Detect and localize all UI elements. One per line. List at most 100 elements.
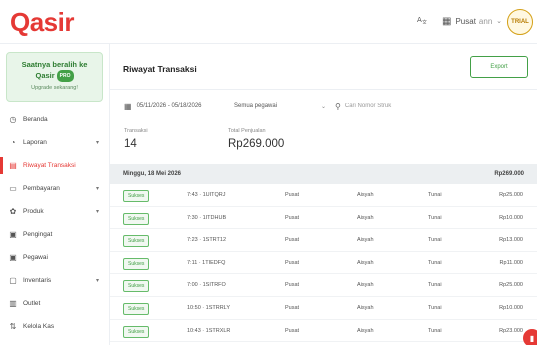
sidebar-item-label: Beranda	[23, 116, 48, 123]
sidebar-item-label: Kelola Kas	[23, 323, 55, 330]
total-sales: Total Penjualan Rp269.000	[228, 128, 284, 150]
payment-method: Tunai	[428, 237, 442, 244]
table-row[interactable]: Sukses 10:43 · 1STRXLR Pusat Aisyah Tunai Rp2…	[110, 320, 537, 343]
sidebar-item-label: Riwayat Transaksi	[23, 162, 76, 169]
transaction-id: 7:11 · 1TIEDFQ	[187, 259, 226, 266]
status-badge: Sukses	[123, 235, 150, 248]
transaction-count: Transaksi 14	[124, 128, 148, 150]
payment-method: Tunai	[428, 214, 442, 221]
transaction-employee: Aisyah	[357, 237, 374, 244]
transaction-outlet: Pusat	[285, 214, 300, 221]
sidebar-menu: ◷ Beranda ◔ Laporan ▾ ▤ Riwayat Transaksi ▭ Pemb…	[0, 108, 109, 345]
promo-title-line1: Saatnya beralih ke	[21, 60, 88, 69]
sidebar-item-inventaris[interactable]: ▢ Inventaris ▾	[0, 269, 109, 292]
top-bar: Qasir A文 ▦ Pusat ann ⌄ TRIAL	[0, 0, 537, 44]
chevron-down-icon: ▾	[95, 186, 99, 192]
app-logo[interactable]: Qasir	[10, 7, 75, 38]
cash-icon: ⇅	[9, 322, 17, 331]
sidebar-item-label: Pembayaran	[23, 185, 60, 192]
transaction-amount: Rp10.000	[499, 304, 523, 311]
transaction-amount: Rp23.000	[499, 327, 523, 334]
payment-method: Tunai	[428, 282, 442, 289]
date-range-picker[interactable]: ▦ 05/11/2026 - 05/18/2026	[124, 96, 202, 116]
calendar-icon: ▦	[124, 101, 132, 111]
sidebar-item-label: Produk	[23, 208, 44, 215]
employee-select-value: Semua pegawai	[234, 103, 278, 109]
table-row[interactable]: Sukses 7:00 · 1SITRFO Pusat Aisyah Tunai Rp25…	[110, 274, 537, 297]
search-box: ⚲	[335, 96, 465, 116]
product-icon: ✿	[9, 207, 17, 216]
sidebar-item-riwayat-transaksi[interactable]: ▤ Riwayat Transaksi	[0, 154, 109, 177]
transaction-count-value: 14	[124, 138, 137, 150]
payment-method: Tunai	[428, 192, 442, 198]
day-group-date: Minggu, 18 Mei 2026	[123, 171, 182, 177]
chat-support-button[interactable]: ▮	[523, 329, 537, 345]
chat-icon: ▮	[529, 333, 535, 343]
payment-method: Tunai	[428, 327, 442, 334]
transaction-list: Sukses 7:43 · 1UITQRJ Pusat Aisyah Tunai Rp25…	[110, 184, 537, 343]
table-row[interactable]: Sukses 7:11 · 1TIEDFQ Pusat Aisyah Tunai Rp11…	[110, 252, 537, 275]
chevron-down-icon: ▾	[95, 278, 99, 284]
transaction-amount: Rp11.000	[499, 259, 523, 266]
outlet-label: Pusat	[455, 16, 476, 26]
transaction-id: 7:00 · 1SITRFO	[187, 282, 226, 289]
transaction-id: 10:50 · 1STRRLY	[187, 304, 231, 311]
sidebar-item-label: Outlet	[23, 300, 41, 307]
sidebar-item-label: Inventaris	[23, 277, 52, 284]
table-row[interactable]: Sukses 7:30 · 1ITDHUB Pusat Aisyah Tunai Rp10…	[110, 207, 537, 230]
transaction-amount: Rp25.000	[499, 282, 523, 289]
report-icon: ◔	[10, 138, 16, 147]
sidebar-item-pengingat[interactable]: ▣ Pengingat	[0, 223, 109, 246]
upgrade-promo-card[interactable]: Saatnya beralih ke Qasir PRO Upgrade seka…	[6, 52, 103, 102]
sidebar-item-pelanggan[interactable]: ♙Pelanggan▾	[0, 338, 109, 345]
status-badge: Sukses	[123, 212, 150, 225]
receipt-search-input[interactable]	[344, 103, 455, 109]
table-row[interactable]: Sukses 10:50 · 1STRRLY Pusat Aisyah Tunai Rp1…	[110, 297, 537, 320]
promo-subtitle: Upgrade sekarang!	[31, 85, 78, 91]
status-badge: Sukses	[123, 280, 150, 293]
transaction-summary: Transaksi 14 Total Penjualan Rp269.000	[110, 128, 537, 162]
svg-text:文: 文	[422, 19, 427, 24]
outlet-sub: ann	[478, 16, 493, 26]
sidebar-item-laporan[interactable]: ◔ Laporan ▾	[0, 131, 109, 154]
store-icon: ▦	[442, 15, 452, 27]
table-row[interactable]: Sukses 7:23 · 1STRT12 Pusat Aisyah Tunai Rp13…	[110, 229, 537, 252]
employee-icon: ▣	[9, 253, 17, 262]
transaction-employee: Aisyah	[357, 192, 374, 198]
transaction-employee: Aisyah	[357, 327, 374, 334]
sidebar-item-pegawai[interactable]: ▣ Pegawai	[0, 246, 109, 269]
date-range-value: 05/11/2026 - 05/18/2026	[136, 103, 202, 109]
transaction-count-label: Transaksi	[124, 128, 148, 134]
export-button[interactable]: Export	[470, 56, 528, 78]
sidebar-item-label: Laporan	[23, 139, 47, 146]
avatar[interactable]: TRIAL	[507, 9, 533, 35]
day-group-total: Rp269.000	[494, 171, 524, 177]
outlet-selector[interactable]: ▦ Pusat ann ⌄	[442, 12, 502, 30]
status-badge: Sukses	[123, 325, 150, 338]
transaction-amount: Rp13.000	[499, 237, 523, 244]
search-icon: ⚲	[335, 101, 341, 111]
sidebar-item-outlet[interactable]: ▥ Outlet	[0, 292, 109, 315]
outlet-icon: ▥	[9, 299, 17, 308]
transaction-employee: Aisyah	[357, 304, 374, 311]
payment-icon: ▭	[9, 184, 17, 193]
sidebar-item-pembayaran[interactable]: ▭ Pembayaran ▾	[0, 177, 109, 200]
transaction-employee: Aisyah	[357, 214, 374, 221]
chevron-down-icon: ⌄	[320, 103, 326, 110]
payment-method: Tunai	[428, 304, 442, 311]
pro-badge: PRO	[56, 70, 74, 82]
transaction-id: 10:43 · 1STRXLR	[187, 327, 231, 334]
filter-bar: ▦ 05/11/2026 - 05/18/2026 Semua pegawai …	[110, 96, 537, 116]
sidebar-item-beranda[interactable]: ◷ Beranda	[0, 108, 109, 131]
sidebar-item-kelola-kas[interactable]: ⇅ Kelola Kas	[0, 315, 109, 338]
sidebar-item-produk[interactable]: ✿ Produk ▾	[0, 200, 109, 223]
table-row[interactable]: Sukses 7:43 · 1UITQRJ Pusat Aisyah Tunai Rp25…	[110, 184, 537, 207]
chevron-down-icon: ▾	[95, 140, 99, 146]
employee-select[interactable]: Semua pegawai ⌄	[230, 96, 326, 116]
chevron-down-icon: ⌄	[496, 18, 502, 25]
receipt-icon: ▤	[9, 161, 17, 170]
page-title: Riwayat Transaksi	[123, 64, 197, 74]
status-badge: Sukses	[123, 257, 150, 270]
translate-icon[interactable]: A文	[417, 15, 427, 26]
panel-header: Riwayat Transaksi Export	[110, 44, 537, 90]
